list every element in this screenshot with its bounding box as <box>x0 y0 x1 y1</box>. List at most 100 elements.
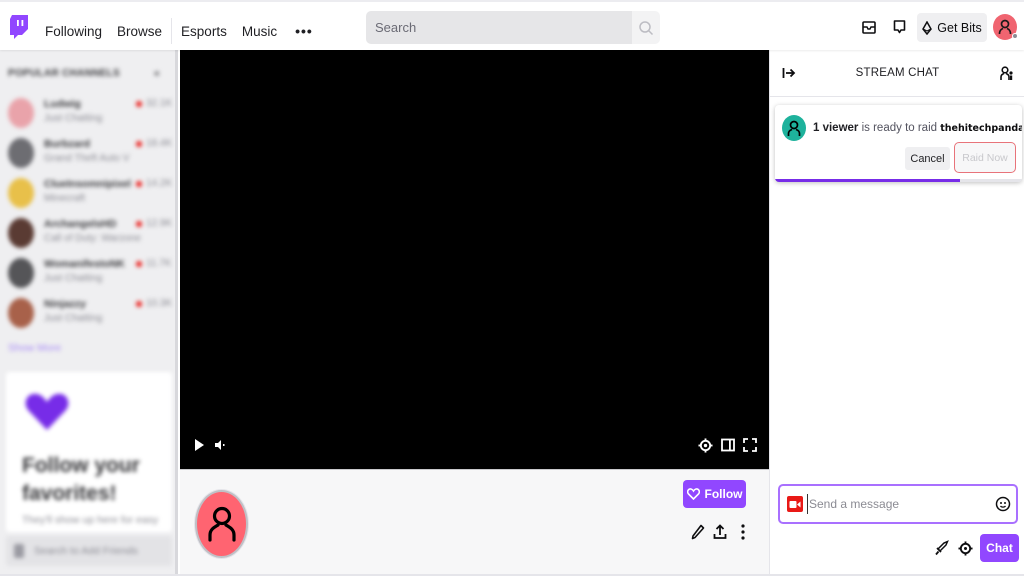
user-icon <box>998 19 1012 35</box>
raid-message: 1 viewer is ready to raid thehitechpanda… <box>813 122 1022 134</box>
channel-name: WomanifestoNK <box>44 258 125 270</box>
search-friends-input[interactable]: Search to Add Friends <box>6 536 172 566</box>
raid-progress-bar <box>775 179 1022 182</box>
live-indicator <box>136 221 142 227</box>
sidebar-channel-item[interactable]: ClueInsomnipixel Minecraft 14.2K <box>6 174 175 212</box>
channel-avatar <box>8 138 34 168</box>
nav-following[interactable]: Following <box>45 24 102 39</box>
user-icon <box>787 120 801 136</box>
sidebar-channel-item[interactable]: WomanifestoNK Just Chatting 11.7K <box>6 254 175 292</box>
bits-cheer-button[interactable] <box>933 539 951 557</box>
live-indicator <box>136 101 142 107</box>
nav-music[interactable]: Music <box>242 24 277 39</box>
viewer-count: 18.4K <box>146 138 173 149</box>
search-icon <box>639 20 654 35</box>
search-input[interactable] <box>366 11 632 44</box>
whispers-button[interactable] <box>890 18 908 36</box>
inbox-button[interactable] <box>860 18 878 36</box>
sidebar-channel-item[interactable]: Ludwig Just Chatting 32.1K <box>6 94 175 132</box>
raid-viewer-count: 1 viewer <box>813 122 859 134</box>
top-nav-bar: Following Browse Esports Music ••• Get B… <box>0 0 1024 50</box>
promo-title-line2: favorites! <box>22 482 117 505</box>
share-button[interactable] <box>712 523 728 541</box>
live-indicator <box>136 181 142 187</box>
volume-button[interactable] <box>212 437 228 453</box>
play-icon <box>195 439 204 451</box>
sidebar-channel-item[interactable]: ArchangelsHD Call of Duty: Warzone 12.9K <box>6 214 175 252</box>
gear-icon <box>697 437 713 453</box>
promo-subtitle: They'll show up here for easy <box>22 514 159 526</box>
sidebar-channel-item[interactable]: Burbzard Grand Theft Auto V 18.4K <box>6 134 175 172</box>
chat-settings-button[interactable] <box>956 539 974 557</box>
channel-name: ClueInsomnipixel <box>44 178 131 190</box>
nav-divider <box>171 18 173 44</box>
emote-picker-icon[interactable] <box>995 496 1011 512</box>
more-menu-button[interactable]: ••• <box>295 23 313 39</box>
vertical-dots-icon <box>741 524 745 540</box>
get-bits-label: Get Bits <box>937 20 982 35</box>
user-icon <box>207 506 236 542</box>
channel-info-bar: Follow <box>180 469 769 574</box>
search-friends-placeholder: Search to Add Friends <box>34 545 138 557</box>
cancel-raid-button[interactable]: Cancel <box>905 147 950 170</box>
viewer-count: 12.9K <box>146 218 173 229</box>
play-button[interactable] <box>191 437 207 453</box>
follow-label: Follow <box>704 487 743 501</box>
video-player[interactable] <box>180 50 769 469</box>
channel-avatar <box>8 178 34 208</box>
stream-camera-icon[interactable] <box>787 496 803 512</box>
raid-notification: 1 viewer is ready to raid thehitechpanda… <box>775 105 1022 182</box>
inbox-icon <box>862 20 876 34</box>
channel-game: Grand Theft Auto V <box>44 153 130 164</box>
more-options-button[interactable] <box>735 523 751 541</box>
live-indicator <box>136 301 142 307</box>
sidebar-header: POPULAR CHANNELS <box>8 68 121 79</box>
viewer-count: 11.7K <box>146 258 172 269</box>
theatre-mode-icon <box>721 438 735 452</box>
user-avatar-button[interactable] <box>993 14 1018 40</box>
chat-message-input[interactable] <box>807 494 987 514</box>
channel-avatar[interactable] <box>195 490 248 558</box>
channel-game: Just Chatting <box>44 313 103 324</box>
promo-title: Follow your favorites! <box>22 452 140 508</box>
nav-esports[interactable]: Esports <box>181 24 227 39</box>
main-nav: Following Browse Esports Music ••• <box>45 18 328 44</box>
live-indicator <box>136 261 142 267</box>
pencil-icon <box>691 524 705 540</box>
fullscreen-button[interactable] <box>742 437 758 453</box>
show-more-link[interactable]: Show More <box>8 342 61 354</box>
viewer-count: 32.1K <box>146 98 173 109</box>
channel-avatar <box>8 98 34 128</box>
sword-icon <box>935 540 949 556</box>
edit-button[interactable] <box>690 523 706 541</box>
twitch-logo-icon[interactable] <box>9 14 29 40</box>
left-sidebar: POPULAR CHANNELS « Ludwig Just Chatting 32… <box>0 50 178 576</box>
community-button[interactable] <box>998 64 1016 82</box>
chat-input-box <box>778 484 1018 524</box>
heart-outline-icon <box>686 488 700 500</box>
follow-button[interactable]: Follow <box>683 480 746 508</box>
channel-game: Minecraft <box>44 193 86 204</box>
sidebar-channel-item[interactable]: Ninjazzy Just Chatting 10.3K <box>6 294 175 332</box>
volume-icon <box>215 440 225 450</box>
promo-title-line1: Follow your <box>22 454 140 477</box>
live-indicator <box>136 141 142 147</box>
raid-message-text: is ready to raid <box>858 122 941 134</box>
viewer-count: 10.3K <box>146 298 173 309</box>
viewer-count: 14.2K <box>146 178 173 189</box>
camera-icon <box>789 500 801 508</box>
presence-indicator <box>1012 33 1018 39</box>
whispers-icon <box>893 20 905 34</box>
search-button[interactable] <box>632 11 660 44</box>
send-chat-button[interactable]: Chat <box>980 534 1019 562</box>
collapse-sidebar-button[interactable]: « <box>154 68 160 79</box>
player-settings-button[interactable] <box>697 437 713 453</box>
stream-chat-panel: STREAM CHAT 1 viewer is ready to raid th… <box>769 50 1024 576</box>
users-icon <box>1000 65 1013 80</box>
theatre-mode-button[interactable] <box>720 437 736 453</box>
raid-now-button[interactable]: Raid Now <box>954 142 1016 173</box>
nav-browse[interactable]: Browse <box>117 24 162 39</box>
channel-name: Ninjazzy <box>44 298 87 310</box>
follow-promo-card: Follow your favorites! They'll show up h… <box>6 372 172 532</box>
get-bits-button[interactable]: Get Bits <box>917 13 987 42</box>
